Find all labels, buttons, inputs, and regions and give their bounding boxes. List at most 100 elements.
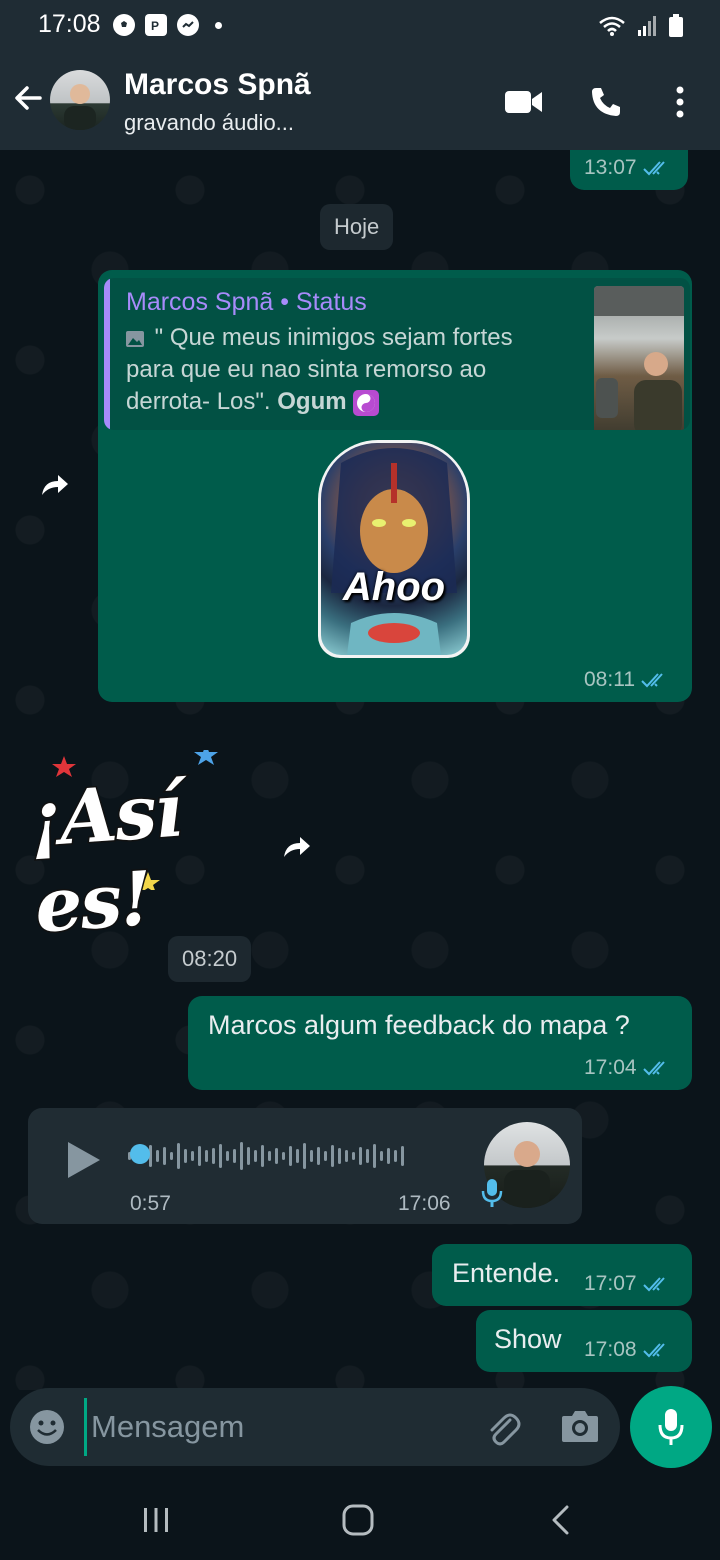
double-check-read-icon xyxy=(642,161,665,176)
asi-es-sticker[interactable]: ¡Así es! xyxy=(25,750,260,951)
more-notifications-dot-icon xyxy=(215,21,222,29)
waveform-bar xyxy=(289,1146,292,1166)
video-camera-icon xyxy=(505,91,542,113)
contact-activity-status: gravando áudio... xyxy=(124,110,295,135)
messenger-icon xyxy=(177,14,199,36)
emoji-button[interactable] xyxy=(28,1408,66,1446)
waveform-bar xyxy=(219,1144,222,1168)
message-text: Show xyxy=(494,1324,562,1354)
message-composer xyxy=(10,1388,620,1466)
parking-app-icon: P xyxy=(145,14,167,36)
ahoo-sticker[interactable]: Ahoo xyxy=(318,440,470,658)
record-voice-button[interactable] xyxy=(630,1386,712,1468)
waveform-bar xyxy=(184,1149,187,1163)
audio-waveform[interactable] xyxy=(128,1138,454,1174)
double-check-read-icon xyxy=(642,1343,665,1358)
phone-icon xyxy=(592,88,620,116)
waveform-bar xyxy=(163,1147,166,1165)
waveform-bar xyxy=(240,1142,243,1170)
voice-message-bubble[interactable]: 0:57 17:06 xyxy=(28,1108,582,1224)
waveform-bar xyxy=(254,1150,257,1162)
double-check-read-icon xyxy=(642,1277,665,1292)
waveform-bar xyxy=(226,1151,229,1161)
camera-icon xyxy=(562,1411,598,1442)
waveform-bar xyxy=(310,1150,313,1162)
voice-call-button[interactable] xyxy=(584,82,628,122)
waveform-bar xyxy=(345,1150,348,1162)
waveform-bar xyxy=(296,1149,299,1163)
home-icon xyxy=(342,1504,374,1536)
double-check-read-icon xyxy=(641,673,663,688)
yin-yang-icon xyxy=(353,389,380,416)
chat-header: Marcos Spnã gravando áudio... xyxy=(0,52,720,150)
message-input[interactable] xyxy=(84,1398,464,1456)
wifi-icon xyxy=(599,16,625,36)
more-options-button[interactable] xyxy=(658,82,702,122)
time-separator: 08:20 xyxy=(168,936,252,982)
recent-apps-icon xyxy=(144,1508,168,1532)
message-bubble-outgoing[interactable]: Entende. 17:07 xyxy=(432,1244,692,1306)
waveform-bar xyxy=(156,1150,159,1162)
status-quote[interactable]: Marcos Spnã • Status " Que meus inimigos… xyxy=(104,278,690,430)
playback-position-handle[interactable] xyxy=(130,1144,150,1164)
status-thumbnail xyxy=(594,286,684,430)
arrow-left-icon xyxy=(15,86,42,110)
attach-button[interactable] xyxy=(482,1408,522,1448)
camera-button[interactable] xyxy=(560,1408,600,1448)
quote-text: " Que meus inimigos sejam fortes para qu… xyxy=(126,322,566,418)
play-button[interactable] xyxy=(66,1140,106,1184)
contact-name[interactable]: Marcos Spnã xyxy=(124,68,311,102)
system-navigation-bar xyxy=(0,1480,720,1560)
notification-icons: P xyxy=(113,14,222,36)
quote-accent-bar xyxy=(104,278,110,430)
waveform-bar xyxy=(170,1152,173,1160)
waveform-bar xyxy=(261,1145,264,1167)
image-icon xyxy=(126,330,144,347)
waveform-bar xyxy=(247,1147,250,1165)
waveform-bar xyxy=(198,1146,201,1166)
waveform-bar xyxy=(177,1143,180,1169)
soccer-ball-icon xyxy=(113,14,135,36)
message-meta: 17:08 xyxy=(584,1338,673,1362)
forward-arrow-icon xyxy=(42,475,68,495)
waveform-bar xyxy=(317,1147,320,1165)
waveform-bar xyxy=(380,1151,383,1161)
status-time: 17:08 xyxy=(38,10,101,38)
sticker-caption: Ahoo xyxy=(342,565,446,609)
waveform-bar xyxy=(303,1143,306,1169)
waveform-bar xyxy=(394,1150,397,1162)
message-meta: 17:04 xyxy=(584,1056,673,1080)
message-bubble-outgoing[interactable]: Show 17:08 xyxy=(476,1310,692,1372)
waveform-bar xyxy=(268,1151,271,1161)
home-button[interactable] xyxy=(338,1500,378,1540)
forward-button[interactable] xyxy=(280,830,314,864)
voice-duration: 0:57 xyxy=(130,1192,171,1215)
previous-message-bubble[interactable]: 13:07 xyxy=(570,150,688,190)
message-time: 13:07 xyxy=(584,156,637,179)
message-bubble-outgoing[interactable]: Marcos algum feedback do mapa ? 17:04 xyxy=(188,996,692,1090)
message-time: 08:11 xyxy=(584,668,635,691)
message-meta: 08:11 xyxy=(584,668,671,692)
video-call-button[interactable] xyxy=(502,82,546,122)
sticker-caption: ¡Así es! xyxy=(25,766,185,951)
forward-button[interactable] xyxy=(38,468,72,502)
system-icons xyxy=(598,14,684,38)
message-time: 17:08 xyxy=(584,1338,637,1361)
status-bar: 17:08 P xyxy=(0,0,720,52)
contact-avatar[interactable] xyxy=(50,70,110,130)
recent-apps-button[interactable] xyxy=(136,1500,176,1540)
message-time: 17:06 xyxy=(398,1192,451,1215)
play-icon xyxy=(68,1142,100,1178)
date-separator: Hoje xyxy=(320,204,394,250)
chat-messages[interactable]: 13:07 Hoje Marcos Spnã • Status " Que me… xyxy=(0,150,720,1390)
microphone-icon xyxy=(658,1409,684,1445)
waveform-bar xyxy=(401,1146,404,1166)
waveform-bar xyxy=(191,1151,194,1161)
back-button[interactable] xyxy=(10,80,50,120)
paperclip-icon xyxy=(490,1413,521,1446)
waveform-bar xyxy=(324,1151,327,1161)
message-text: Marcos algum feedback do mapa ? xyxy=(208,1010,630,1040)
back-nav-button[interactable] xyxy=(540,1500,580,1540)
message-meta: 17:07 xyxy=(584,1272,673,1296)
signal-icon xyxy=(638,16,656,36)
